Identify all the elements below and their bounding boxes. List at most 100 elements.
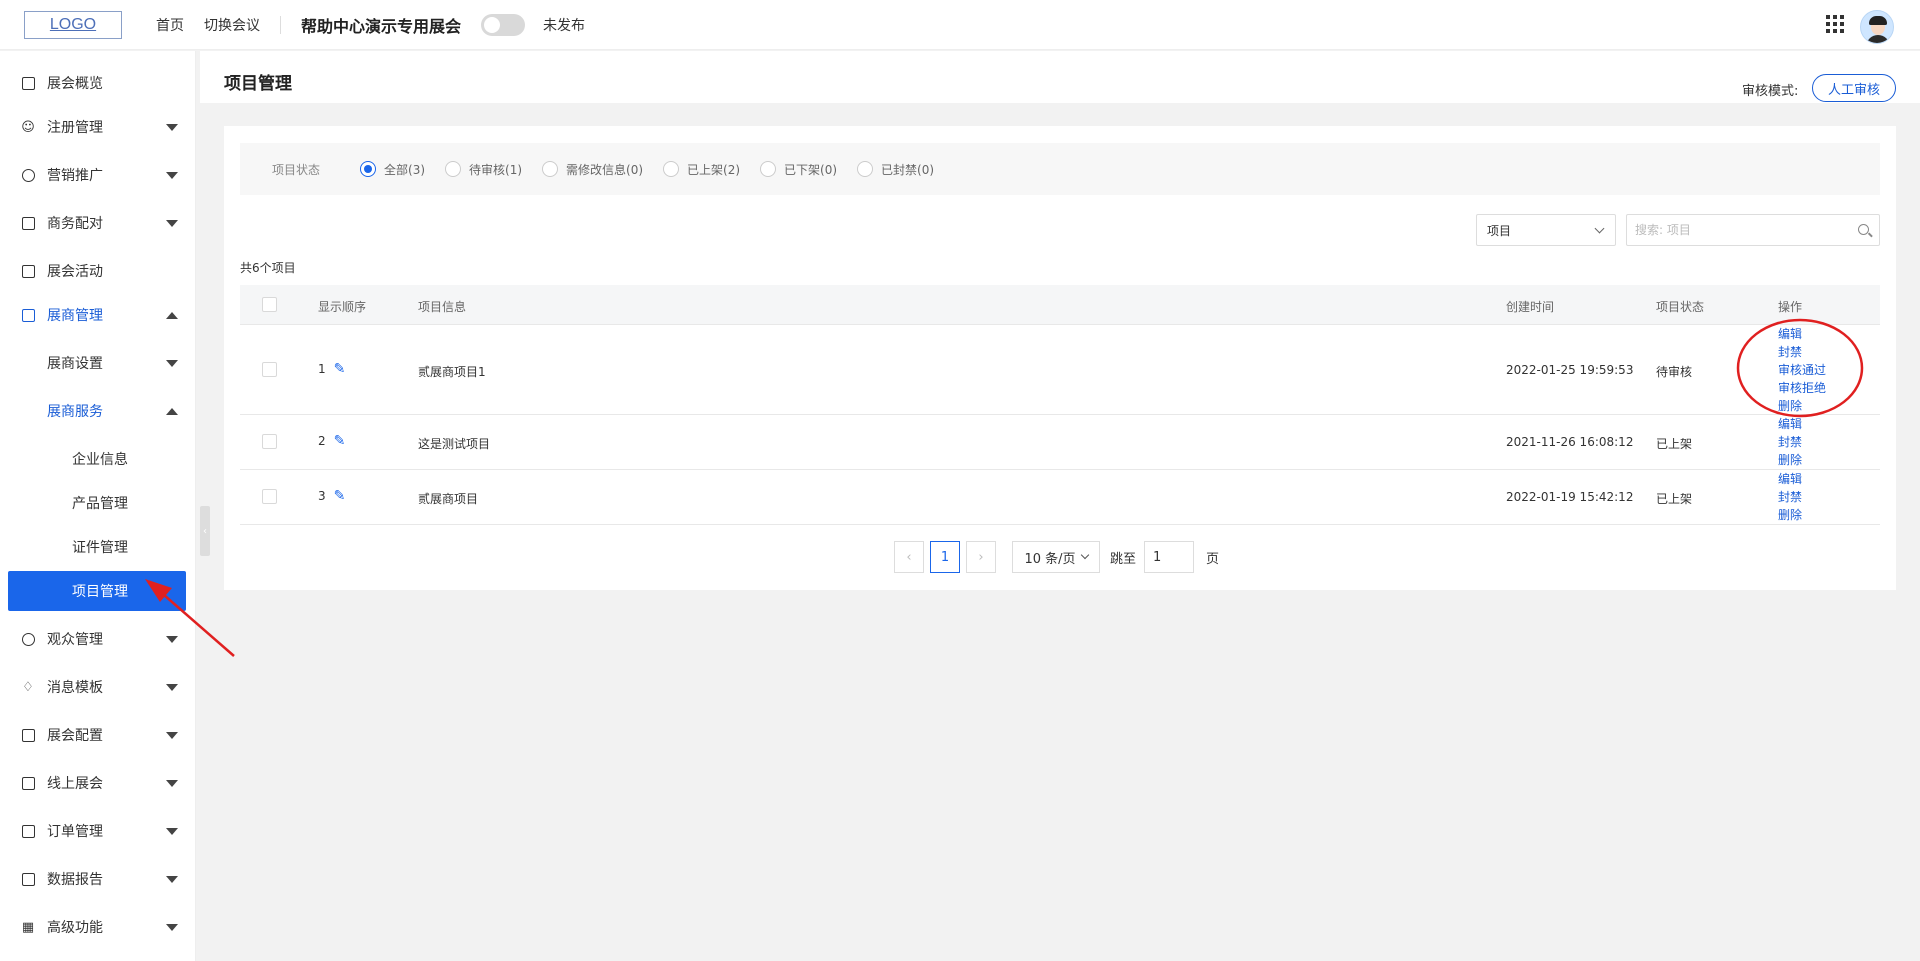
jump-label: 跳至 — [1110, 551, 1137, 567]
chevron-down-icon — [166, 171, 178, 179]
delete-link[interactable]: 删除 — [1778, 451, 1802, 469]
sidebar-item-exhibitor-services[interactable]: 展商服务 — [0, 391, 196, 431]
sidebar-item-label: 订单管理 — [47, 824, 103, 840]
chevron-down-icon — [166, 923, 178, 931]
sidebar-item-projects[interactable]: 项目管理 — [8, 571, 186, 611]
edit-link[interactable]: 编辑 — [1778, 325, 1826, 343]
page-unit-label: 页 — [1206, 551, 1220, 567]
page-size-value: 10 条/页 — [1024, 551, 1076, 567]
search-input[interactable] — [1627, 215, 1847, 245]
row-order: 3 ✎ — [318, 488, 346, 504]
radio-label: 已下架(0) — [784, 162, 838, 177]
col-info: 项目信息 — [418, 300, 467, 314]
chevron-left-icon: ‹ — [203, 525, 207, 537]
sidebar-item-label: 展会配置 — [47, 728, 103, 744]
sidebar-item-registration[interactable]: ☺ 注册管理 — [0, 107, 196, 147]
delete-link[interactable]: 删除 — [1778, 397, 1826, 415]
content-card: 项目状态 全部(3) 待审核(1) 需修改信息(0) 已上架(2) 已下架(0)… — [224, 126, 1896, 590]
filter-radio-all[interactable]: 全部(3) — [360, 161, 425, 178]
sidebar-item-advanced[interactable]: ▦ 高级功能 — [0, 907, 196, 947]
sidebar-item-label: 高级功能 — [47, 920, 103, 936]
jump-page-input[interactable]: 1 — [1144, 541, 1195, 573]
reject-link[interactable]: 审核拒绝 — [1778, 379, 1826, 397]
sidebar-item-config[interactable]: 展会配置 — [0, 715, 196, 755]
sidebar-item-products[interactable]: 产品管理 — [0, 483, 196, 523]
prev-page-button[interactable]: ‹ — [894, 541, 924, 573]
sidebar-item-business-match[interactable]: 商务配对 — [0, 203, 196, 243]
sidebar-item-activities[interactable]: 展会活动 — [0, 251, 196, 291]
search-icon[interactable] — [1858, 224, 1869, 235]
next-page-button[interactable]: › — [966, 541, 996, 573]
edit-link[interactable]: 编辑 — [1778, 415, 1802, 433]
page-size-select[interactable]: 10 条/页 — [1012, 541, 1100, 573]
sidebar-item-audience[interactable]: 观众管理 — [0, 619, 196, 659]
sidebar-item-overview[interactable]: 展会概览 — [0, 63, 196, 103]
chevron-up-icon — [166, 311, 178, 319]
nav-home-link[interactable]: 首页 — [156, 15, 184, 35]
bookmark-icon — [20, 263, 36, 279]
radio-icon — [760, 161, 777, 177]
review-mode-button[interactable]: 人工审核 — [1812, 74, 1896, 102]
col-ops: 操作 — [1778, 300, 1803, 314]
sidebar-item-reports[interactable]: 数据报告 — [0, 859, 196, 899]
edit-order-icon[interactable]: ✎ — [334, 433, 346, 449]
chart-pie-icon — [20, 167, 36, 183]
store-icon — [20, 307, 36, 323]
filter-radio-needs-edit[interactable]: 需修改信息(0) — [542, 161, 643, 178]
approve-link[interactable]: 审核通过 — [1778, 361, 1826, 379]
sidebar-item-online-expo[interactable]: 线上展会 — [0, 763, 196, 803]
chevron-down-icon — [166, 635, 178, 643]
publish-toggle[interactable] — [481, 13, 526, 36]
radio-icon — [360, 161, 377, 177]
table-row: 3 ✎ 贰展商项目 2022-01-19 15:42:12 已上架 编辑 封禁 删… — [240, 470, 1880, 525]
filter-radio-banned[interactable]: 已封禁(0) — [857, 161, 934, 178]
delete-link[interactable]: 删除 — [1778, 506, 1802, 524]
grid-icon: ▦ — [21, 919, 35, 935]
ban-link[interactable]: 封禁 — [1778, 433, 1802, 451]
ban-link[interactable]: 封禁 — [1778, 343, 1826, 361]
sidebar-item-orders[interactable]: 订单管理 — [0, 811, 196, 851]
edit-order-icon[interactable]: ✎ — [334, 361, 346, 377]
radio-label: 需修改信息(0) — [566, 162, 644, 177]
row-name: 这是测试项目 — [418, 437, 491, 451]
row-checkbox[interactable] — [262, 489, 277, 504]
col-status: 项目状态 — [1656, 300, 1705, 314]
edit-order-icon[interactable]: ✎ — [334, 488, 346, 504]
page-button-current[interactable]: 1 — [930, 541, 960, 573]
total-count: 共6个项目 — [240, 261, 296, 275]
row-checkbox[interactable] — [262, 434, 277, 449]
row-actions: 编辑 封禁 审核通过 审核拒绝 删除 — [1778, 325, 1826, 415]
sidebar-item-company-info[interactable]: 企业信息 — [0, 439, 196, 479]
filter-radio-pending[interactable]: 待审核(1) — [445, 161, 522, 178]
logo[interactable]: LOGO — [24, 10, 122, 39]
apps-grid-icon[interactable] — [1826, 15, 1844, 33]
nav-switch-meeting-link[interactable]: 切换会议 — [204, 15, 260, 35]
user-icon: ☺ — [21, 119, 35, 135]
sidebar-item-exhibitor-settings[interactable]: 展商设置 — [0, 343, 196, 383]
select-all-checkbox[interactable] — [262, 297, 277, 312]
row-actions: 编辑 封禁 删除 — [1778, 470, 1802, 524]
filter-radio-listed[interactable]: 已上架(2) — [663, 161, 740, 178]
edit-link[interactable]: 编辑 — [1778, 470, 1802, 488]
chevron-down-icon — [166, 219, 178, 227]
sidebar-item-label: 商务配对 — [47, 216, 103, 232]
table-row: 1 ✎ 贰展商项目1 2022-01-25 19:59:53 待审核 编辑 封禁 … — [240, 325, 1880, 415]
filter-radio-unlisted[interactable]: 已下架(0) — [760, 161, 837, 178]
sidebar-item-exhibitors[interactable]: 展商管理 — [0, 295, 196, 335]
page-title: 项目管理 — [224, 74, 292, 94]
row-checkbox[interactable] — [262, 362, 277, 377]
sidebar-item-credentials[interactable]: 证件管理 — [0, 527, 196, 567]
row-created: 2022-01-19 15:42:12 — [1506, 490, 1634, 504]
search-type-select[interactable]: 项目 — [1476, 214, 1616, 246]
chevron-down-icon — [166, 875, 178, 883]
row-order: 1 ✎ — [318, 361, 346, 377]
avatar[interactable] — [1860, 10, 1894, 44]
sidebar-collapse-handle[interactable]: ‹ — [200, 506, 210, 556]
sidebar-item-marketing[interactable]: 营销推广 — [0, 155, 196, 195]
ban-link[interactable]: 封禁 — [1778, 488, 1802, 506]
page-header: 项目管理 — [200, 51, 1920, 103]
sidebar-item-message-templates[interactable]: ♢ 消息模板 — [0, 667, 196, 707]
chevron-down-icon — [166, 683, 178, 691]
chevron-down-icon — [166, 123, 178, 131]
table-header: 显示顺序 项目信息 创建时间 项目状态 操作 — [240, 285, 1880, 325]
